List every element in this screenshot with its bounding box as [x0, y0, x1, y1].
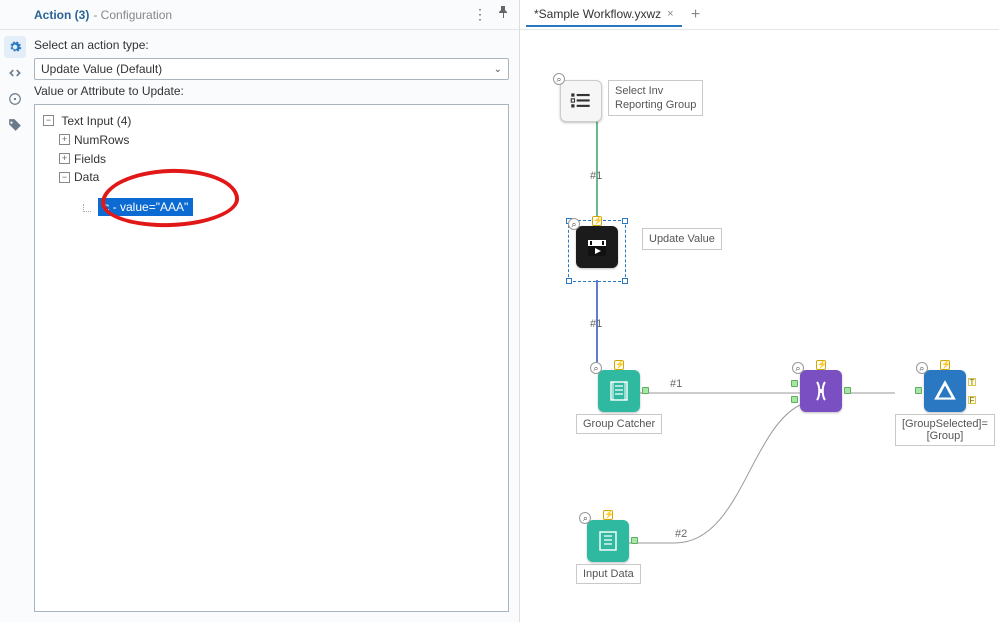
panel-title: Action (3) — [34, 8, 89, 22]
listbox-tool-icon: ⌕ — [560, 80, 602, 122]
tree-node-data[interactable]: Data — [74, 170, 99, 184]
output-port[interactable] — [631, 537, 638, 544]
tree-expander[interactable] — [59, 134, 70, 145]
workflow-panel: *Sample Workflow.yxwz × + ⌕ — [520, 0, 999, 622]
wire-label: #1 — [590, 170, 602, 182]
true-port-badge[interactable]: T — [968, 378, 976, 386]
pin-icon[interactable] — [497, 6, 509, 23]
output-port[interactable] — [642, 387, 649, 394]
magnifier-icon: ⌕ — [590, 362, 602, 374]
node-action-label: Update Value — [642, 228, 722, 250]
action-type-value: Update Value (Default) — [41, 62, 162, 76]
magnifier-icon: ⌕ — [792, 362, 804, 374]
join-tool-icon: ⌕ ⚡ — [800, 370, 842, 412]
gear-icon[interactable] — [4, 36, 26, 58]
textinput-tool-icon: ⌕ ⚡ — [587, 520, 629, 562]
node-listbox-label: Select Inv Reporting Group — [608, 80, 703, 116]
magnifier-icon: ⌕ — [579, 512, 591, 524]
node-group-catcher-label: Group Catcher — [576, 414, 662, 434]
chevron-down-icon: ⌄ — [494, 64, 502, 75]
node-input-data[interactable]: ⌕ ⚡ Input Data — [576, 520, 641, 584]
magnifier-icon: ⌕ — [553, 73, 565, 85]
panel-menu-icon[interactable]: ⋮ — [473, 6, 487, 23]
tree-node-selected[interactable]: c - value="AAA" — [98, 198, 193, 216]
add-tab-button[interactable]: + — [684, 3, 708, 27]
target-icon[interactable] — [4, 88, 26, 110]
false-port-badge[interactable]: F — [968, 396, 976, 404]
node-action[interactable]: ⌕ ⚡ Update Value — [560, 218, 722, 268]
action-type-label: Select an action type: — [34, 38, 509, 52]
wire-label: #2 — [675, 528, 687, 540]
magnifier-icon: ⌕ — [568, 218, 580, 230]
panel-subtitle: - Configuration — [93, 8, 172, 22]
wire-label: #1 — [670, 378, 682, 390]
node-join[interactable]: ⌕ ⚡ — [800, 370, 842, 412]
magnifier-icon: ⌕ — [916, 362, 928, 374]
bolt-icon: ⚡ — [603, 510, 613, 520]
tab-workflow[interactable]: *Sample Workflow.yxwz × — [526, 3, 682, 27]
code-icon[interactable] — [4, 62, 26, 84]
node-filter-label: [GroupSelected]= [Group] — [895, 414, 995, 446]
tree-expander[interactable] — [59, 153, 70, 164]
node-listbox[interactable]: ⌕ Select Inv Reporting Group — [560, 80, 703, 122]
wire-label: #1 — [590, 318, 602, 330]
input-port-r[interactable] — [791, 396, 798, 403]
tree-expander[interactable] — [43, 115, 54, 126]
workflow-canvas[interactable]: ⌕ Select Inv Reporting Group #1 — [520, 30, 999, 622]
node-input-data-label: Input Data — [576, 564, 641, 584]
tree-section-label: Value or Attribute to Update: — [34, 84, 509, 98]
tree-node-root[interactable]: Text Input (4) — [61, 114, 131, 128]
tag-icon[interactable] — [4, 114, 26, 136]
bolt-icon: ⚡ — [614, 360, 624, 370]
close-icon[interactable]: × — [667, 8, 673, 20]
filter-tool-icon: ⌕ ⚡ T F — [924, 370, 966, 412]
textinput-tool-icon: ⌕ ⚡ — [598, 370, 640, 412]
configuration-panel: Action (3) - Configuration ⋮ — [0, 0, 520, 622]
config-side-tabs — [0, 30, 30, 136]
panel-header: Action (3) - Configuration ⋮ — [0, 0, 519, 30]
action-tool-icon: ⌕ ⚡ — [576, 226, 618, 268]
tree-node-numrows[interactable]: NumRows — [74, 133, 129, 147]
tab-label: *Sample Workflow.yxwz — [534, 7, 661, 21]
bolt-icon: ⚡ — [592, 216, 602, 226]
input-port-l[interactable] — [791, 380, 798, 387]
tree-connector-icon — [83, 204, 91, 212]
node-group-catcher[interactable]: ⌕ ⚡ Group Catcher — [576, 370, 662, 434]
action-type-select[interactable]: Update Value (Default) ⌄ — [34, 58, 509, 80]
tree-expander[interactable] — [59, 172, 70, 183]
attribute-tree[interactable]: Text Input (4) NumRows Fields Data c - v… — [34, 104, 509, 612]
input-port[interactable] — [915, 387, 922, 394]
bolt-icon: ⚡ — [940, 360, 950, 370]
output-port[interactable] — [844, 387, 851, 394]
node-filter[interactable]: ⌕ ⚡ T F [GroupSelected]= [Group] — [895, 370, 995, 446]
tab-bar: *Sample Workflow.yxwz × + — [520, 0, 999, 30]
bolt-icon: ⚡ — [816, 360, 826, 370]
tree-node-fields[interactable]: Fields — [74, 151, 106, 165]
